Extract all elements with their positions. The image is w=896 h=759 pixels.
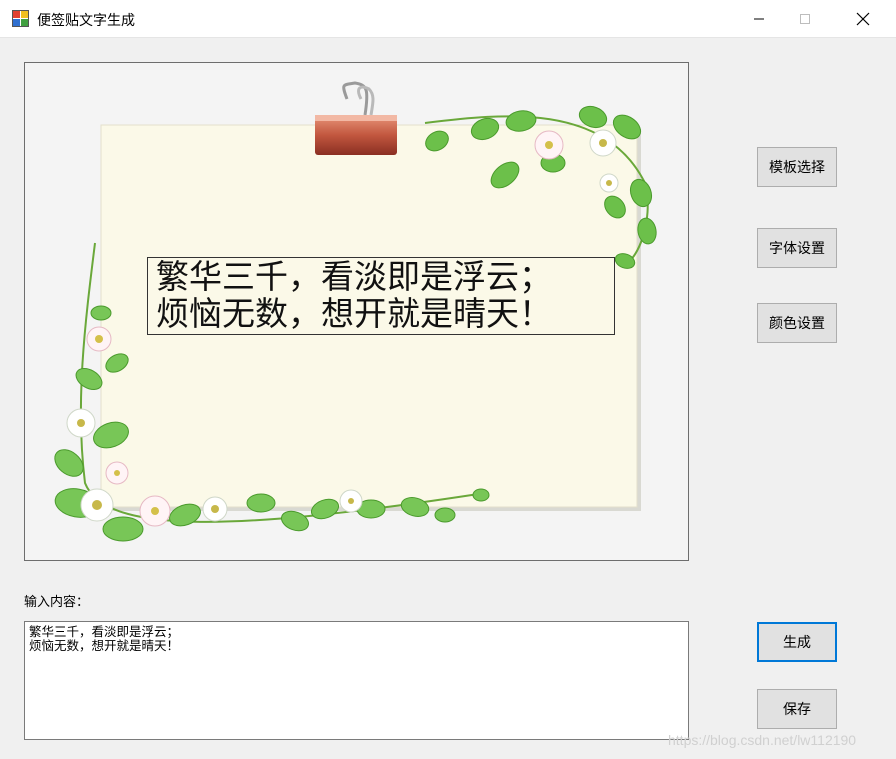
close-icon [856, 12, 870, 26]
note-text: 繁华三千，看淡即是浮云； 烦恼无数，想开就是晴天！ [147, 257, 615, 335]
maximize-button[interactable] [782, 0, 828, 38]
template-select-button[interactable]: 模板选择 [757, 147, 837, 187]
note-preview: 繁华三千，看淡即是浮云； 烦恼无数，想开就是晴天！ [24, 62, 689, 561]
generate-button[interactable]: 生成 [757, 622, 837, 662]
app-grid-icon [12, 10, 29, 27]
minimize-button[interactable] [736, 0, 782, 38]
title-bar: 便签贴文字生成 [0, 0, 896, 38]
close-button[interactable] [840, 0, 886, 38]
color-settings-button[interactable]: 颜色设置 [757, 303, 837, 343]
input-label: 输入内容： [24, 595, 90, 610]
font-settings-button[interactable]: 字体设置 [757, 228, 837, 268]
content-input[interactable] [24, 621, 689, 740]
watermark: https://blog.csdn.net/lw112190 [668, 732, 857, 748]
maximize-icon [800, 14, 810, 24]
window-title: 便签贴文字生成 [37, 13, 135, 29]
minimize-icon [754, 18, 764, 20]
save-button[interactable]: 保存 [757, 689, 837, 729]
